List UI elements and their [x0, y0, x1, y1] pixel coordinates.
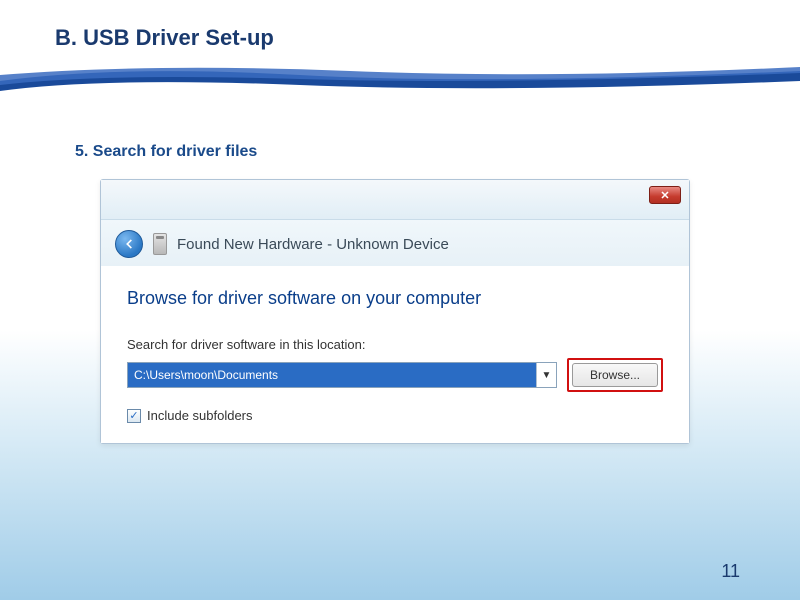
- include-subfolders-row: ✓ Include subfolders: [127, 408, 663, 423]
- location-combobox[interactable]: C:\Users\moon\Documents ▼: [127, 362, 557, 388]
- chevron-down-icon[interactable]: ▼: [536, 363, 556, 387]
- check-icon: ✓: [129, 409, 138, 422]
- dialog-body-heading: Browse for driver software on your compu…: [127, 288, 663, 309]
- decorative-wave: [0, 63, 800, 93]
- location-label: Search for driver software in this locat…: [127, 337, 663, 352]
- dialog-titlebar: ✕: [101, 180, 689, 220]
- include-subfolders-label: Include subfolders: [147, 408, 253, 423]
- dialog-screenshot: ✕ Found New Hardware - Unknown Device Br…: [100, 179, 700, 444]
- hardware-dialog: ✕ Found New Hardware - Unknown Device Br…: [100, 179, 690, 444]
- device-icon: [153, 233, 167, 255]
- dialog-header: Found New Hardware - Unknown Device: [101, 220, 689, 266]
- close-icon: ✕: [660, 189, 669, 202]
- path-row: C:\Users\moon\Documents ▼ Browse...: [127, 358, 663, 392]
- close-button[interactable]: ✕: [649, 186, 681, 204]
- arrow-left-icon: [122, 237, 136, 251]
- back-button[interactable]: [115, 230, 143, 258]
- dialog-header-text: Found New Hardware - Unknown Device: [177, 236, 449, 253]
- browse-highlight: Browse...: [567, 358, 663, 392]
- browse-button[interactable]: Browse...: [572, 363, 658, 387]
- dialog-body: Browse for driver software on your compu…: [101, 266, 689, 443]
- step-heading: 5. Search for driver files: [0, 93, 800, 161]
- slide-title: B. USB Driver Set-up: [0, 0, 800, 51]
- location-value: C:\Users\moon\Documents: [128, 363, 536, 387]
- page-number: 11: [721, 561, 740, 582]
- include-subfolders-checkbox[interactable]: ✓: [127, 409, 141, 423]
